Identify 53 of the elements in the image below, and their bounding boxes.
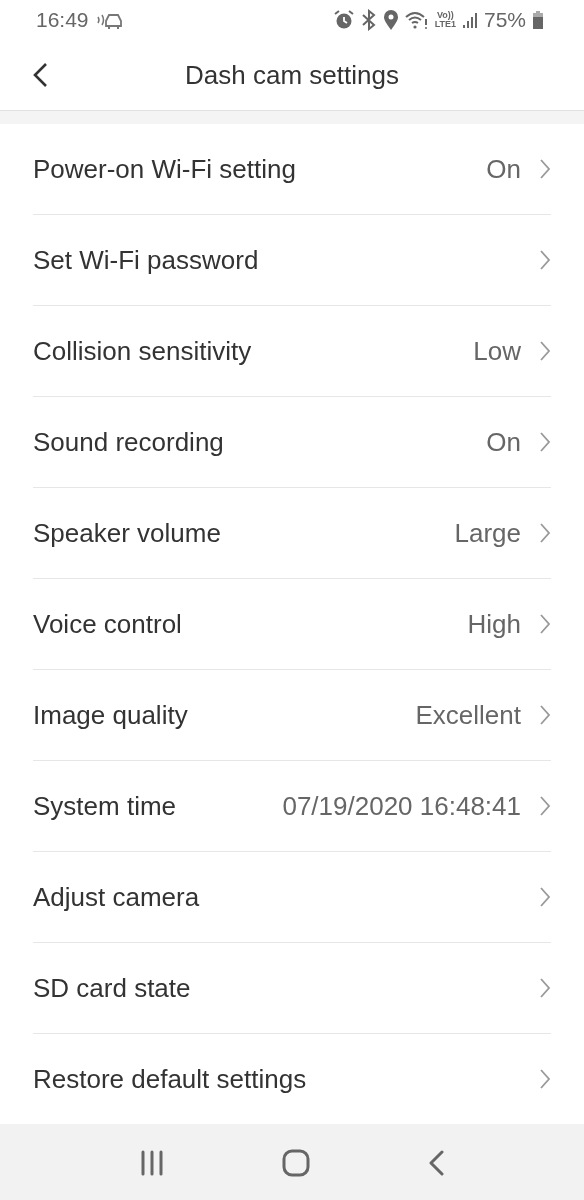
chevron-icon (539, 158, 551, 180)
chevron-icon (539, 340, 551, 362)
settings-row[interactable]: Sound recording On (33, 397, 551, 488)
setting-value: On (486, 153, 521, 185)
setting-value: Excellent (415, 699, 521, 731)
chevron-icon (539, 977, 551, 999)
settings-row[interactable]: System time 07/19/2020 16:48:41 (33, 761, 551, 852)
chevron-icon (539, 795, 551, 817)
settings-row[interactable]: Restore default settings (33, 1034, 551, 1124)
alarm-icon (332, 9, 355, 31)
setting-value: 07/19/2020 16:48:41 (282, 790, 521, 822)
setting-label: Voice control (33, 608, 182, 640)
settings-row[interactable]: Speaker volume Large (33, 488, 551, 579)
setting-label: Speaker volume (33, 517, 221, 549)
battery-icon (532, 10, 544, 30)
setting-label: Set Wi-Fi password (33, 244, 259, 276)
chevron-icon (539, 1068, 551, 1090)
home-icon[interactable] (282, 1149, 310, 1177)
settings-row[interactable]: Voice control High (33, 579, 551, 670)
battery-percent: 75% (483, 8, 526, 32)
chevron-icon (539, 522, 551, 544)
settings-row[interactable]: Power-on Wi-Fi setting On (33, 124, 551, 215)
location-icon (382, 9, 399, 31)
setting-label: SD card state (33, 972, 191, 1004)
setting-value: Low (473, 335, 521, 367)
setting-label: Restore default settings (33, 1063, 307, 1095)
lte-label: LTE1 (434, 20, 456, 29)
setting-label: Adjust camera (33, 881, 200, 913)
setting-value: Large (454, 517, 521, 549)
setting-label: System time (33, 790, 177, 822)
chevron-icon (539, 431, 551, 453)
setting-value: High (467, 608, 521, 640)
setting-label: Image quality (33, 699, 188, 731)
settings-row[interactable]: Collision sensitivity Low (33, 306, 551, 397)
settings-row[interactable]: Image quality Excellent (33, 670, 551, 761)
setting-value: On (486, 426, 521, 458)
screen-title: Dash cam settings (185, 59, 399, 91)
settings-row[interactable]: Adjust camera (33, 852, 551, 943)
bluetooth-icon (360, 9, 377, 31)
settings-row[interactable]: SD card state (33, 943, 551, 1034)
chevron-icon (539, 886, 551, 908)
chevron-icon (539, 704, 551, 726)
setting-label: Collision sensitivity (33, 335, 252, 367)
wifi-icon (404, 10, 429, 30)
status-time: 16:49 (36, 8, 89, 32)
signal-icon (461, 10, 478, 30)
settings-row[interactable]: Set Wi-Fi password (33, 215, 551, 306)
volte-label: Vo)) (436, 11, 454, 20)
setting-label: Power-on Wi-Fi setting (33, 153, 296, 185)
chevron-icon (539, 249, 551, 271)
setting-label: Sound recording (33, 426, 224, 458)
chevron-icon (539, 613, 551, 635)
back-icon[interactable] (32, 62, 48, 88)
